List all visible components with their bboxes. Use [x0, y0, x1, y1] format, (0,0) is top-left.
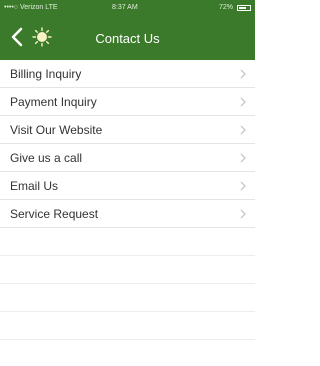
menu-item-payment-inquiry[interactable]: Payment Inquiry	[0, 88, 255, 116]
menu-item-service-request[interactable]: Service Request	[0, 200, 255, 228]
header: ••••○ Verizon LTE 8:37 AM 72% Contact Us	[0, 0, 255, 60]
empty-row	[0, 284, 255, 312]
navigation-bar: Contact Us	[0, 18, 255, 60]
status-bar: ••••○ Verizon LTE 8:37 AM 72%	[0, 0, 255, 18]
menu-item-label: Service Request	[10, 207, 99, 221]
menu-item-label: Give us a call	[10, 151, 83, 165]
contact-menu-list: Billing Inquiry Payment Inquiry Visit Ou…	[0, 60, 255, 340]
menu-item-email-us[interactable]: Email Us	[0, 172, 255, 200]
chevron-right-icon	[240, 125, 246, 135]
chevron-right-icon	[240, 181, 246, 191]
chevron-right-icon	[240, 153, 246, 163]
menu-item-label: Visit Our Website	[10, 123, 103, 137]
battery-percent: 72%	[218, 4, 233, 11]
battery-icon	[237, 5, 251, 11]
chevron-right-icon	[240, 209, 246, 219]
carrier-signal: ••••○ Verizon LTE	[4, 4, 58, 11]
battery-fill	[239, 7, 246, 9]
chevron-right-icon	[240, 97, 246, 107]
menu-item-label: Payment Inquiry	[10, 95, 97, 109]
status-time: 8:37 AM	[112, 4, 138, 11]
menu-item-visit-our-website[interactable]: Visit Our Website	[0, 116, 255, 144]
page-title: Contact Us	[95, 31, 160, 46]
empty-row	[0, 228, 255, 256]
menu-item-give-us-a-call[interactable]: Give us a call	[0, 144, 255, 172]
empty-row	[0, 256, 255, 284]
menu-item-label: Billing Inquiry	[10, 67, 82, 81]
menu-item-label: Email Us	[10, 179, 59, 193]
chevron-right-icon	[240, 69, 246, 79]
empty-row	[0, 312, 255, 340]
menu-item-billing-inquiry[interactable]: Billing Inquiry	[0, 60, 255, 88]
